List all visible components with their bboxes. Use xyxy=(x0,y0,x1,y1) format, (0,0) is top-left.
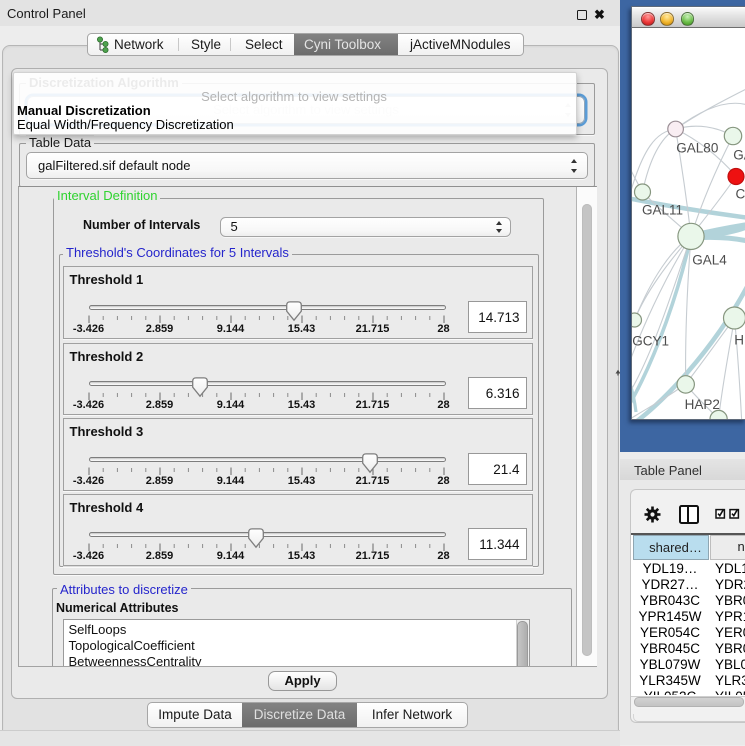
svg-text:GCY1: GCY1 xyxy=(632,334,669,349)
svg-text:C: C xyxy=(736,187,745,202)
svg-text:HAP2: HAP2 xyxy=(685,397,720,412)
svg-text:GAL4: GAL4 xyxy=(692,253,727,268)
svg-text:GA: GA xyxy=(733,148,745,163)
svg-text:GAL11: GAL11 xyxy=(642,202,683,217)
svg-text:GAL80: GAL80 xyxy=(676,141,718,156)
svg-text:H: H xyxy=(734,332,744,347)
